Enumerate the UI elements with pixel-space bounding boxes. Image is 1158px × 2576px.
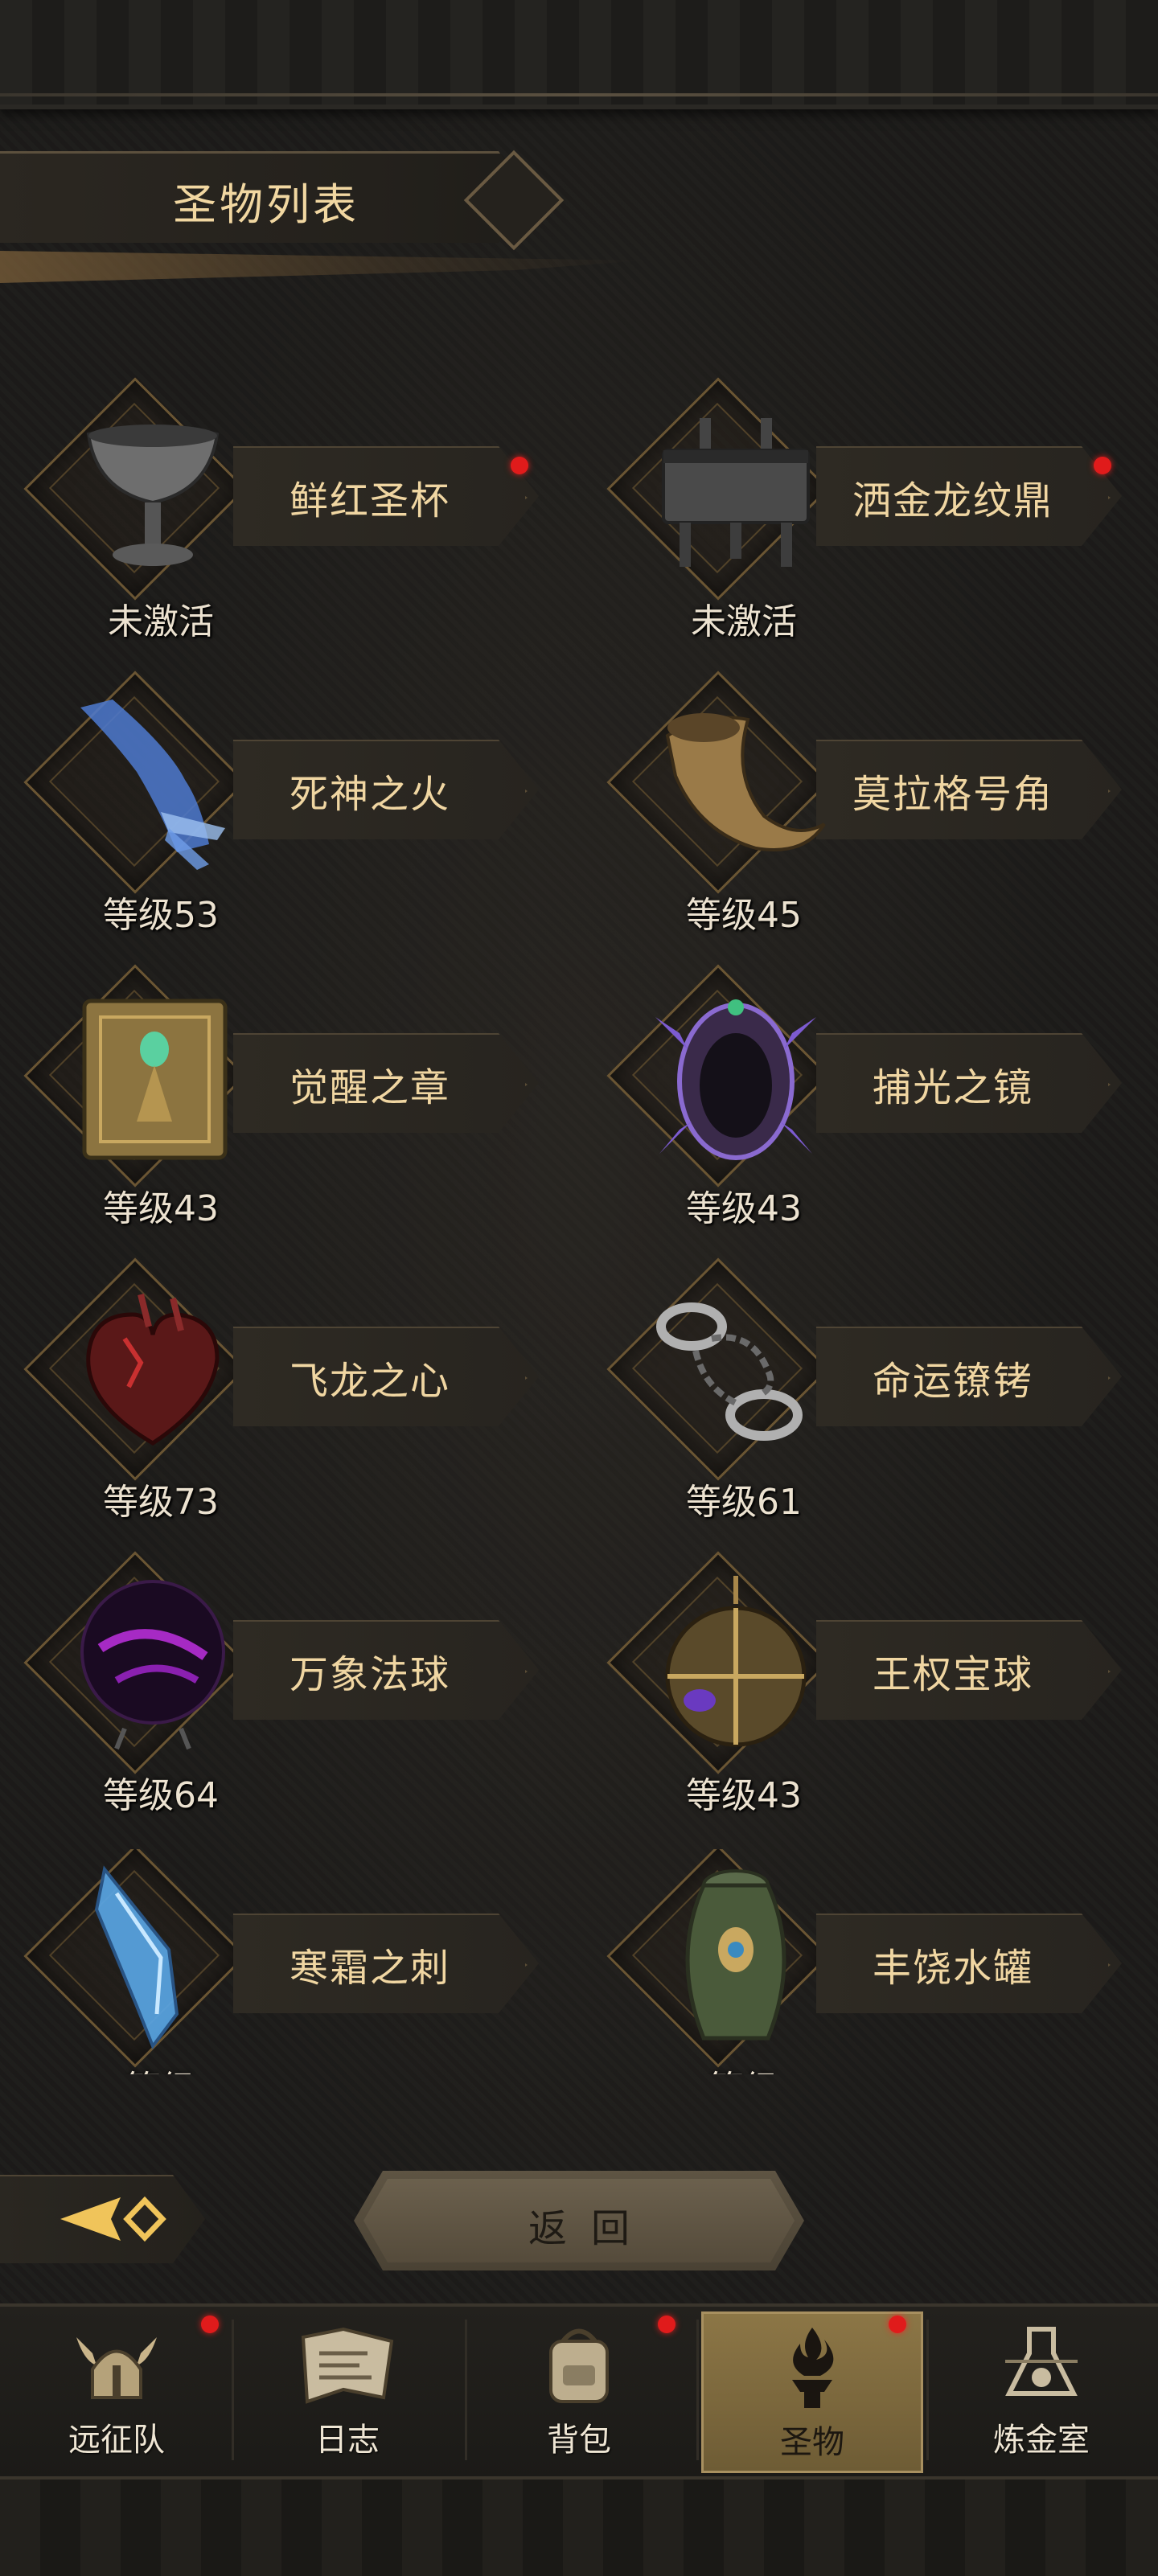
relic-status: 等级53 xyxy=(103,895,219,936)
relic-name: 寒霜之刺 xyxy=(289,1946,450,1991)
relic-name: 飞龙之心 xyxy=(289,1359,450,1404)
nav-relics[interactable]: 圣物 xyxy=(701,2311,923,2473)
nav-divider xyxy=(232,2320,234,2460)
notification-dot xyxy=(511,457,528,474)
relic-card[interactable]: 丰饶水罐 等级 xyxy=(591,1849,1154,2074)
notification-dot xyxy=(889,2316,906,2333)
relic-status: 等级43 xyxy=(103,1188,219,1229)
relic-card[interactable]: 死神之火 等级53 xyxy=(8,671,571,941)
ice-shard-icon xyxy=(60,1865,245,2050)
vase-icon xyxy=(643,1865,828,2050)
relic-status: 等级61 xyxy=(686,1482,802,1523)
relic-status: 未激活 xyxy=(108,601,214,642)
backpack-icon xyxy=(527,2317,631,2414)
dragon-heart-icon xyxy=(60,1278,245,1463)
arrow-left-icon xyxy=(60,2196,166,2242)
relic-status: 等级 xyxy=(647,2060,840,2074)
nav-label: 日志 xyxy=(315,2422,380,2459)
nav-divider xyxy=(696,2320,699,2460)
relic-name: 王权宝球 xyxy=(872,1652,1033,1697)
cauldron-icon xyxy=(643,398,828,583)
alchemy-icon xyxy=(989,2317,1094,2414)
title-banner: 圣物列表 xyxy=(0,145,579,251)
nav-label: 背包 xyxy=(547,2422,611,2459)
page-title: 圣物列表 xyxy=(173,179,359,230)
nav-alchemy[interactable]: 炼金室 xyxy=(933,2311,1150,2468)
relic-status: 等级43 xyxy=(686,1188,802,1229)
return-button-label: 返回 xyxy=(528,2206,654,2251)
nav-label: 炼金室 xyxy=(993,2422,1090,2459)
back-arrow-button[interactable] xyxy=(0,2167,205,2271)
relic-status: 等级 xyxy=(64,2060,257,2074)
relic-card[interactable]: 万象法球 等级64 xyxy=(8,1551,571,1821)
bottom-ornament-border xyxy=(0,2476,1158,2576)
relic-card[interactable]: 飞龙之心 等级73 xyxy=(8,1257,571,1528)
chalice-icon xyxy=(60,398,245,583)
nav-label: 圣物 xyxy=(780,2424,844,2461)
nav-journal[interactable]: 日志 xyxy=(239,2311,456,2468)
relic-name: 莫拉格号角 xyxy=(852,772,1053,817)
relic-card[interactable]: 莫拉格号角 等级45 xyxy=(591,671,1154,941)
return-button[interactable]: 返回 xyxy=(354,2171,804,2270)
relic-status: 等级45 xyxy=(686,895,802,936)
horn-icon xyxy=(643,691,828,876)
relic-card[interactable]: 鲜红圣杯 未激活 xyxy=(8,377,571,647)
relic-card[interactable]: 洒金龙纹鼎 未激活 xyxy=(591,377,1154,647)
scroll-map-icon xyxy=(295,2317,400,2414)
ghost-hand-icon xyxy=(60,691,245,876)
relic-card[interactable]: 王权宝球 等级43 xyxy=(591,1551,1154,1821)
relic-status: 等级43 xyxy=(686,1775,802,1816)
relic-name: 鲜红圣杯 xyxy=(289,478,450,523)
top-ornament-border xyxy=(0,0,1158,109)
nav-divider xyxy=(926,2320,929,2460)
relic-name: 万象法球 xyxy=(289,1652,450,1697)
shackles-icon xyxy=(643,1278,828,1463)
notification-dot xyxy=(658,2316,676,2333)
relic-name: 命运镣铐 xyxy=(872,1359,1033,1404)
relic-name: 丰饶水罐 xyxy=(872,1946,1033,1991)
nav-divider xyxy=(465,2320,467,2460)
relic-name: 捕光之镜 xyxy=(872,1065,1033,1110)
relic-card[interactable]: 捕光之镜 等级43 xyxy=(591,964,1154,1234)
bottom-navigation: 远征队 日志 背包 圣物 炼金室 xyxy=(0,2303,1158,2576)
relic-flame-icon xyxy=(760,2320,864,2416)
nav-backpack[interactable]: 背包 xyxy=(470,2311,688,2468)
relic-status: 等级64 xyxy=(103,1775,219,1816)
relic-name: 觉醒之章 xyxy=(289,1065,450,1110)
notification-dot xyxy=(1094,457,1111,474)
relic-card[interactable]: 命运镣铐 等级61 xyxy=(591,1257,1154,1528)
relic-card[interactable]: 寒霜之刺 等级 xyxy=(8,1849,571,2074)
globus-icon xyxy=(643,1572,828,1757)
mirror-icon xyxy=(643,985,828,1170)
nav-expedition[interactable]: 远征队 xyxy=(8,2311,225,2468)
nav-label: 远征队 xyxy=(68,2422,165,2459)
relic-name: 洒金龙纹鼎 xyxy=(852,478,1053,523)
relic-name: 死神之火 xyxy=(289,772,450,817)
orb-icon xyxy=(60,1572,245,1757)
relic-status: 未激活 xyxy=(691,601,797,642)
notification-dot xyxy=(201,2316,219,2333)
relic-card[interactable]: 觉醒之章 等级43 xyxy=(8,964,571,1234)
tome-icon xyxy=(60,985,245,1170)
relic-status: 等级73 xyxy=(103,1482,219,1523)
viking-helmet-icon xyxy=(64,2317,169,2414)
